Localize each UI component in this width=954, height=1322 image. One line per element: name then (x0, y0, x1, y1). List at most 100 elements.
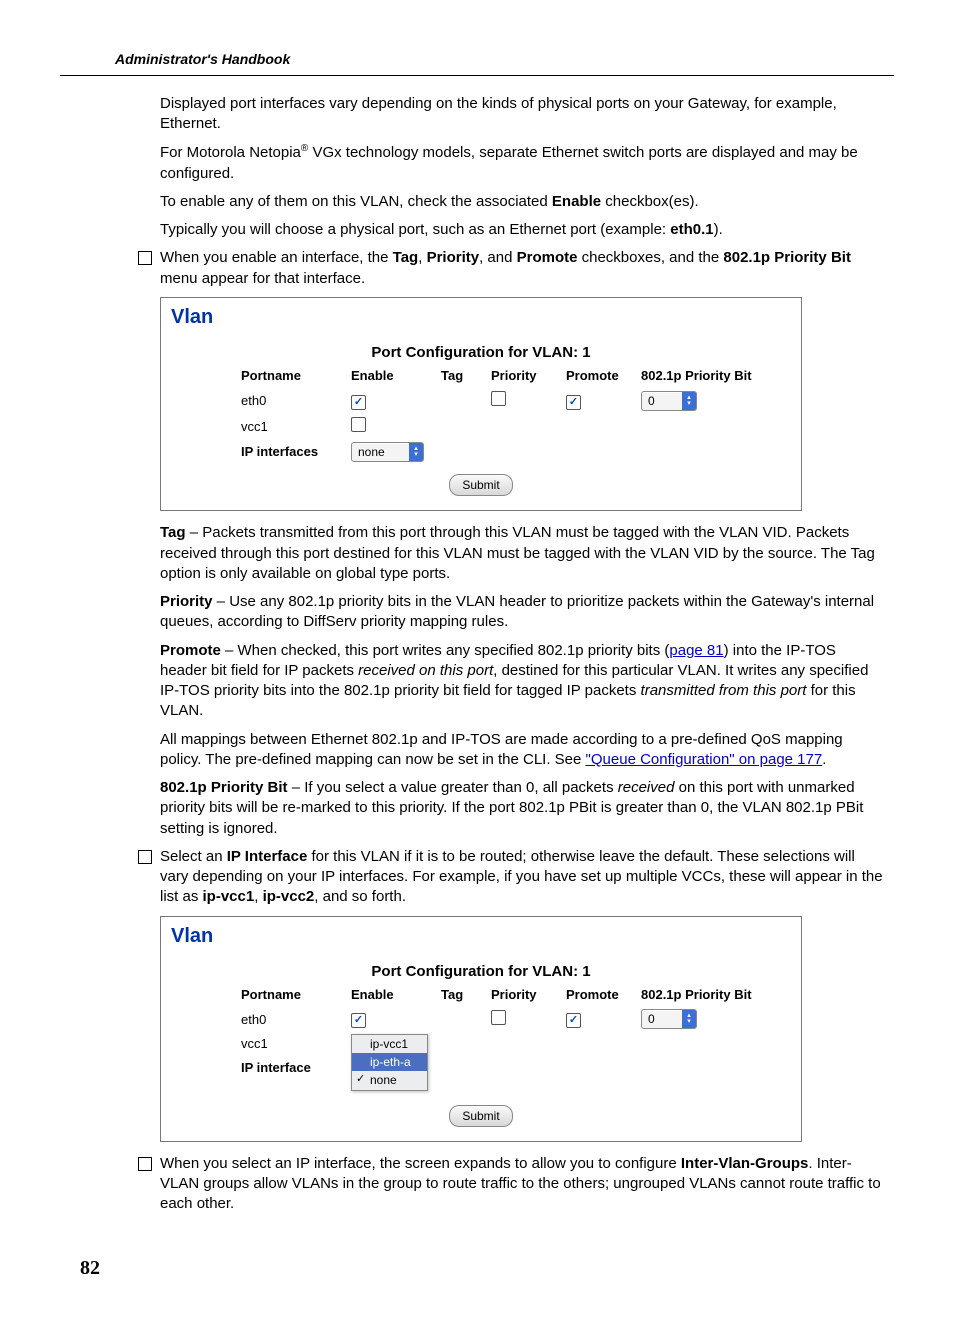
para-mappings: All mappings between Ethernet 802.1p and… (160, 730, 884, 771)
eth0-priority-checkbox[interactable] (491, 391, 506, 406)
vlan-panel-2: Vlan Port Configuration for VLAN: 1 Port… (160, 916, 802, 1142)
bullet-ip-interface: Select an IP Interface for this VLAN if … (160, 847, 884, 908)
select-value: 0 (642, 1011, 682, 1027)
select-value: 0 (642, 393, 682, 409)
text: When you enable an interface, the (160, 249, 393, 266)
bold-priority: Priority (160, 593, 213, 610)
col-priority: Priority (491, 367, 566, 385)
col-tag: Tag (441, 367, 491, 385)
eth0-enable-checkbox[interactable] (351, 395, 366, 410)
header-rule (60, 75, 894, 76)
bold-pbit: 802.1p Priority Bit (160, 779, 288, 796)
col-pbit: 802.1p Priority Bit (641, 986, 781, 1004)
bullet-text: Select an IP Interface for this VLAN if … (160, 847, 884, 908)
dropdown-option-ipetha[interactable]: ip-eth-a (352, 1053, 427, 1071)
col-promote: Promote (566, 367, 641, 385)
checkbox-bullet-icon (138, 1157, 152, 1171)
submit-button[interactable]: Submit (449, 474, 512, 496)
bold-inter-vlan-groups: Inter-Vlan-Groups (681, 1155, 809, 1172)
ip-interface-label: IP interface (241, 1059, 351, 1077)
row-vcc1-name: vcc1 (241, 1035, 351, 1053)
vlan-panel-1: Vlan Port Configuration for VLAN: 1 Port… (160, 297, 802, 512)
eth0-pbit-select[interactable]: 0 ▴▾ (641, 1009, 697, 1029)
italic-transmitted: transmitted from this port (641, 682, 807, 699)
text: menu appear for that interface. (160, 270, 365, 287)
dropdown-option-ipvcc1[interactable]: ip-vcc1 (352, 1035, 427, 1053)
text: , and (479, 249, 517, 266)
para-pbit: 802.1p Priority Bit – If you select a va… (160, 778, 884, 839)
text: , (418, 249, 426, 266)
col-enable: Enable (351, 986, 441, 1004)
para-tag: Tag – Packets transmitted from this port… (160, 523, 884, 584)
port-config-table: Portname Enable Tag Priority Promote 802… (241, 986, 791, 1077)
eth0-priority-checkbox[interactable] (491, 1010, 506, 1025)
bullet-text: When you enable an interface, the Tag, P… (160, 248, 884, 289)
select-value: none (352, 444, 409, 460)
text: For Motorola Netopia (160, 144, 301, 161)
para-physical-ports: Displayed port interfaces vary depending… (160, 94, 884, 135)
italic-received: received on this port (358, 662, 493, 679)
ip-interfaces-select[interactable]: none ▴▾ (351, 442, 424, 462)
text: . (822, 751, 826, 768)
row-vcc1-name: vcc1 (241, 418, 351, 436)
bold-ip-interface: IP Interface (227, 848, 308, 865)
row-eth0-name: eth0 (241, 392, 351, 410)
col-portname: Portname (241, 986, 351, 1004)
col-enable: Enable (351, 367, 441, 385)
text: – Use any 802.1p priority bits in the VL… (160, 593, 874, 630)
panel-title: Vlan (171, 923, 791, 950)
para-eth-example: Typically you will choose a physical por… (160, 220, 884, 240)
link-page-81[interactable]: page 81 (669, 642, 723, 659)
eth0-promote-checkbox[interactable] (566, 1013, 581, 1028)
dropdown-option-none[interactable]: none (352, 1071, 427, 1089)
page-content: Displayed port interfaces vary depending… (160, 94, 884, 1215)
bold-priority: Priority (427, 249, 480, 266)
running-header: Administrator's Handbook (115, 50, 894, 69)
col-tag: Tag (441, 986, 491, 1004)
updown-arrows-icon: ▴▾ (682, 1010, 696, 1028)
vcc1-enable-checkbox[interactable] (351, 417, 366, 432)
col-portname: Portname (241, 367, 351, 385)
para-priority: Priority – Use any 802.1p priority bits … (160, 592, 884, 633)
bold-promote: Promote (517, 249, 578, 266)
panel-subtitle: Port Configuration for VLAN: 1 (171, 962, 791, 982)
bold-enable: Enable (552, 193, 601, 210)
text: ). (714, 221, 723, 238)
port-config-table: Portname Enable Tag Priority Promote 802… (241, 367, 791, 462)
bold-tag: Tag (160, 524, 186, 541)
text: checkboxes, and the (577, 249, 723, 266)
bullet-enable-interface: When you enable an interface, the Tag, P… (160, 248, 884, 289)
italic-received: received (618, 779, 675, 796)
text: – Packets transmitted from this port thr… (160, 524, 875, 582)
eth0-pbit-select[interactable]: 0 ▴▾ (641, 391, 697, 411)
text: Select an (160, 848, 227, 865)
checkbox-bullet-icon (138, 850, 152, 864)
text: – When checked, this port writes any spe… (221, 642, 670, 659)
bold-ipvcc2: ip-vcc2 (263, 888, 315, 905)
panel-subtitle: Port Configuration for VLAN: 1 (171, 343, 791, 363)
bold-tag: Tag (393, 249, 419, 266)
bullet-inter-vlan: When you select an IP interface, the scr… (160, 1154, 884, 1215)
text: When you select an IP interface, the scr… (160, 1155, 681, 1172)
eth0-enable-checkbox[interactable] (351, 1013, 366, 1028)
col-priority: Priority (491, 986, 566, 1004)
submit-button[interactable]: Submit (449, 1105, 512, 1127)
bold-ipvcc1: ip-vcc1 (203, 888, 255, 905)
bold-8021p: 802.1p Priority Bit (723, 249, 851, 266)
text: Typically you will choose a physical por… (160, 221, 670, 238)
text: To enable any of them on this VLAN, chec… (160, 193, 552, 210)
text: checkbox(es). (601, 193, 699, 210)
col-promote: Promote (566, 986, 641, 1004)
dropdown-list: ip-vcc1 ip-eth-a none (351, 1034, 428, 1091)
row-eth0-name: eth0 (241, 1011, 351, 1029)
eth0-promote-checkbox[interactable] (566, 395, 581, 410)
panel-title: Vlan (171, 304, 791, 331)
text: – If you select a value greater than 0, … (288, 779, 618, 796)
text: , (254, 888, 262, 905)
link-queue-config[interactable]: "Queue Configuration" on page 177 (586, 751, 823, 768)
text: , and so forth. (314, 888, 406, 905)
ip-interfaces-label: IP interfaces (241, 443, 351, 461)
bullet-text: When you select an IP interface, the scr… (160, 1154, 884, 1215)
bold-promote: Promote (160, 642, 221, 659)
para-promote: Promote – When checked, this port writes… (160, 641, 884, 722)
